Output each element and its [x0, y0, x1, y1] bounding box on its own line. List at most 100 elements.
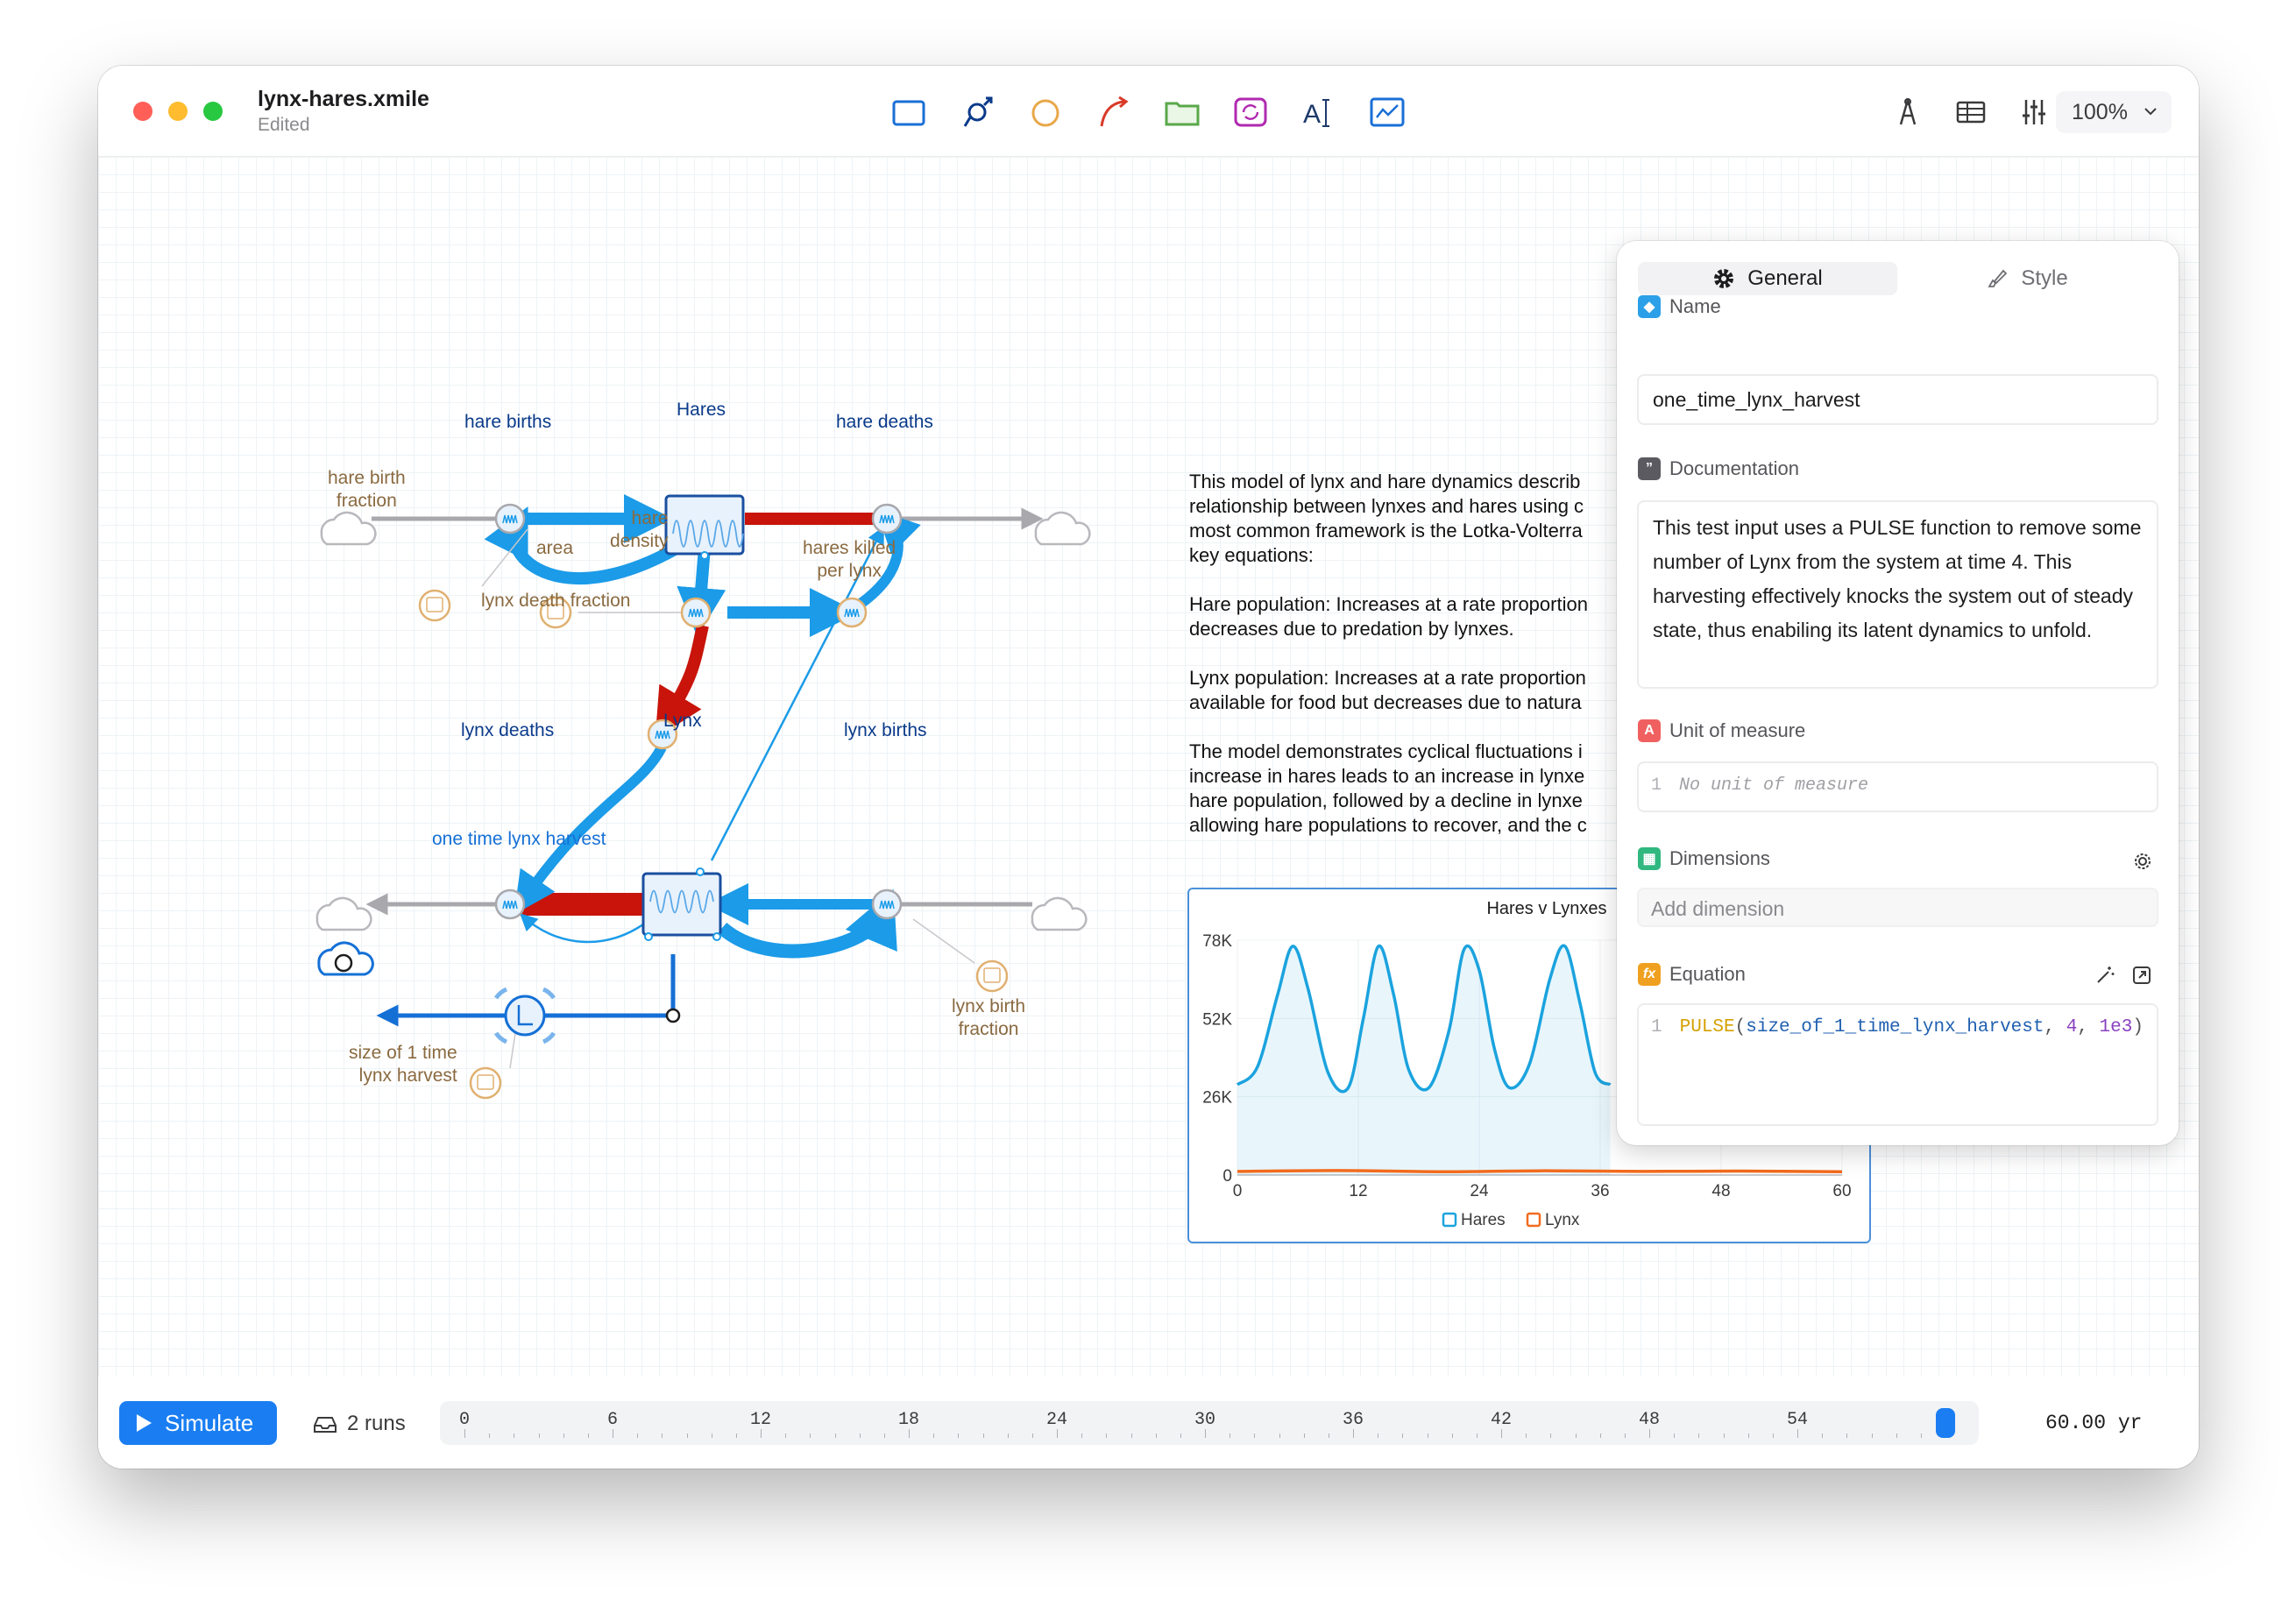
time-tick-label: 6 [606, 1410, 619, 1430]
sliders-button[interactable] [2014, 92, 2054, 132]
x-tick-label: 24 [1470, 1182, 1489, 1200]
equation-separator: , [2044, 1017, 2066, 1037]
inspector-tabs: General Style [1638, 262, 2157, 295]
lynx-stock[interactable] [641, 872, 722, 937]
module-tool-button[interactable] [1162, 92, 1202, 132]
hares-stock-handle [700, 551, 709, 560]
flow-end-handle[interactable] [665, 1008, 681, 1023]
format-icon [1899, 98, 1917, 125]
close-window-button[interactable] [133, 102, 152, 121]
text-tool-button[interactable]: A [1299, 92, 1339, 132]
document-title: lynx-hares.xmile [258, 87, 429, 111]
time-tick [1550, 1434, 1552, 1438]
time-tick [464, 1429, 465, 1438]
time-tick-label: 36 [1342, 1410, 1364, 1430]
time-tick-label: 48 [1638, 1410, 1661, 1430]
lynx-stock-handle [644, 932, 653, 941]
time-tick [1526, 1434, 1527, 1438]
equation-number: 4 [2066, 1017, 2078, 1037]
simulate-button[interactable]: Simulate [119, 1401, 277, 1445]
time-tick [1871, 1434, 1873, 1438]
harvest-cloud-icon [317, 941, 374, 976]
tab-general[interactable]: General [1638, 262, 1897, 295]
expand-icon[interactable] [2131, 965, 2152, 986]
time-tick [1303, 1434, 1305, 1438]
legend-swatch-lynx [1526, 1212, 1541, 1228]
y-tick-label: 0 [1222, 1167, 1232, 1186]
time-tick [1920, 1434, 1922, 1438]
description-paragraph: Hare population: Increases at a rate pro… [1189, 593, 1588, 640]
hare-deaths-label: hare deaths [836, 412, 933, 432]
model-description[interactable]: This model of lynx and hare dynamics des… [1189, 470, 1641, 862]
x-tick-label: 36 [1591, 1182, 1609, 1200]
time-slider-thumb[interactable] [1936, 1408, 1955, 1438]
time-tick [1698, 1434, 1700, 1438]
hare-births-valve[interactable] [494, 503, 526, 535]
hare-births-label: hare births [464, 412, 552, 432]
name-field[interactable]: one_time_lynx_harvest [1637, 374, 2158, 425]
documentation-label: Documentation [1669, 457, 1799, 479]
tag-icon: ◆ [1638, 295, 1661, 318]
hare-birth-fraction-constant[interactable] [418, 589, 451, 622]
time-tick [1155, 1434, 1157, 1438]
time-tick [958, 1434, 960, 1438]
unit-label: Unit of measure [1669, 719, 1806, 741]
lynx-death-fraction-to-deaths-link [514, 745, 667, 915]
lynx-birth-fraction-label: lynx birth fraction [952, 996, 1026, 1039]
y-tick-label: 52K [1202, 1010, 1232, 1029]
equation-editor[interactable]: 1 PULSE(size_of_1_time_lynx_harvest, 4, 1… [1637, 1003, 2158, 1126]
stock-tool-button[interactable] [889, 92, 929, 132]
time-slider[interactable]: 0 6 12 18 24 30 36 42 48 54 [440, 1401, 1979, 1445]
equation-number: 1e3 [2099, 1017, 2133, 1037]
lynx-births-valve[interactable] [871, 888, 903, 920]
lynx-deaths-valve[interactable] [494, 888, 526, 920]
runs-button[interactable]: 2 runs [312, 1412, 406, 1436]
chart-tool-button[interactable] [1367, 92, 1407, 132]
hare-density-converter[interactable] [680, 597, 712, 628]
harvest-valve-selected[interactable] [493, 987, 556, 1044]
minimize-window-button[interactable] [168, 102, 188, 121]
time-tick [686, 1434, 688, 1438]
magic-wand-icon[interactable] [2094, 965, 2115, 986]
time-tick [982, 1434, 984, 1438]
flow-tool-button[interactable] [957, 92, 997, 132]
tab-style[interactable]: Style [1897, 262, 2157, 295]
hares-killed-converter[interactable] [836, 597, 868, 628]
model-canvas[interactable]: hare births Hares hare deaths hare birth… [98, 157, 2199, 1469]
dimensions-section-label: ▦ Dimensions [1638, 847, 1770, 870]
lynx-to-births-link [717, 888, 897, 959]
time-tick [637, 1434, 639, 1438]
tab-style-label: Style [2021, 266, 2068, 290]
lynx-deaths-label: lynx deaths [461, 720, 555, 740]
time-tick [1205, 1429, 1206, 1438]
quote-icon: ” [1638, 457, 1661, 480]
unit-placeholder: No unit of measure [1679, 775, 1869, 796]
time-tick [1402, 1434, 1404, 1438]
documentation-field[interactable]: This test input uses a PULSE function to… [1637, 500, 2158, 689]
add-dimension-field[interactable]: Add dimension [1637, 888, 2158, 927]
time-tick [810, 1434, 811, 1438]
loop-tool-button[interactable] [1230, 92, 1271, 132]
legend-swatch-hares [1442, 1212, 1457, 1228]
equation-label: Equation [1669, 963, 1746, 985]
line-number: 1 [1651, 1017, 1662, 1037]
hare-deaths-valve[interactable] [871, 503, 903, 535]
hares-stock[interactable] [664, 494, 745, 556]
dimension-settings-icon[interactable] [2131, 850, 2154, 873]
x-tick-label: 0 [1233, 1182, 1243, 1200]
variable-tool-button[interactable] [1025, 92, 1066, 132]
y-tick-label: 78K [1202, 932, 1232, 951]
lynx-birth-fraction-constant[interactable] [975, 959, 1009, 993]
paintbrush-icon [1988, 269, 2008, 287]
link-tool-button[interactable] [1094, 92, 1134, 132]
zoom-select[interactable]: 100% [2056, 91, 2172, 133]
unit-field[interactable]: 1 No unit of measure [1637, 761, 2158, 812]
lynx-label: Lynx [663, 711, 702, 731]
zoom-window-button[interactable] [203, 102, 223, 121]
description-paragraph: The model demonstrates cyclical fluctuat… [1189, 740, 1587, 836]
size-of-harvest-constant[interactable] [469, 1066, 502, 1100]
table-button[interactable] [1951, 92, 1991, 132]
time-tick [1599, 1434, 1601, 1438]
time-tick [1229, 1434, 1231, 1438]
format-button[interactable] [1888, 92, 1928, 132]
